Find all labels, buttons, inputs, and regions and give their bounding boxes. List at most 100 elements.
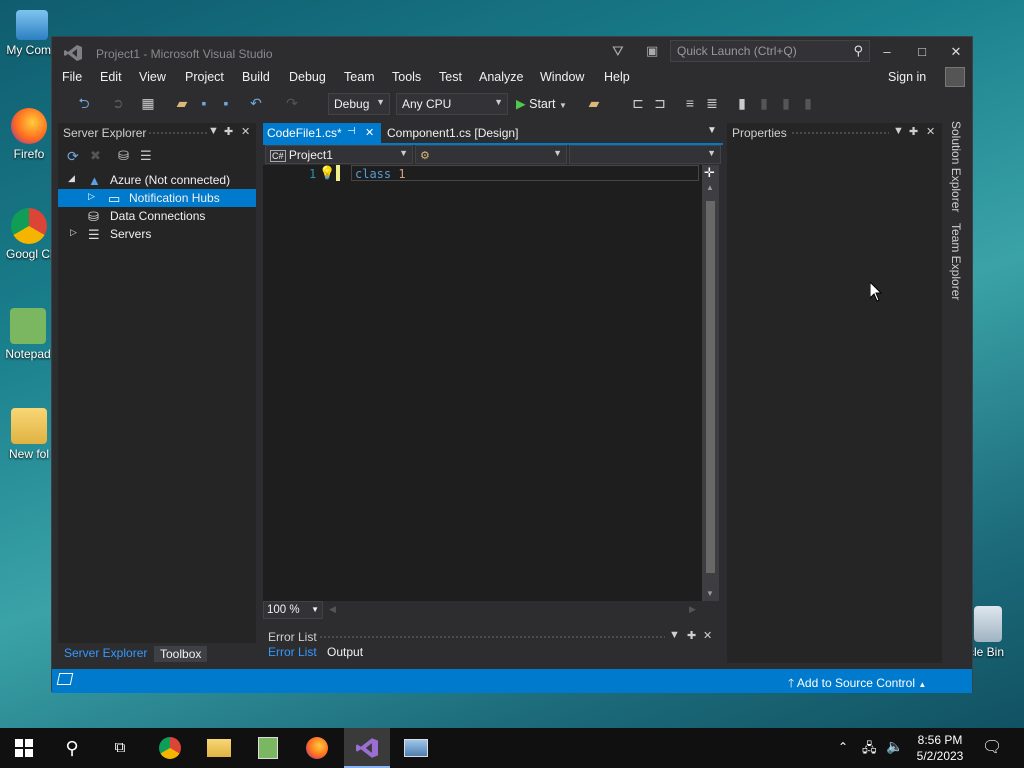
panel-grip[interactable] <box>319 635 665 639</box>
zoom-select[interactable]: 100 % ▼ <box>263 601 323 619</box>
editor-vertical-scrollbar[interactable]: ✛ ▲ ▼ <box>702 165 719 601</box>
pin-icon[interactable]: ✚ <box>909 125 918 138</box>
bookmark-icon[interactable]: ▮ <box>734 95 750 111</box>
file-explorer-taskbar-icon[interactable] <box>205 734 233 762</box>
tab-overflow-icon[interactable]: ▼ <box>707 125 717 136</box>
collapsed-arrow-icon[interactable]: ▷ <box>70 227 77 238</box>
indent-icon[interactable]: ≣ <box>704 95 720 111</box>
pin-icon[interactable]: ✚ <box>224 125 233 138</box>
open-file-icon[interactable]: ▰ <box>174 95 190 111</box>
dropdown-icon[interactable]: ▼ <box>893 125 904 137</box>
close-icon[interactable]: ✕ <box>703 629 712 642</box>
desktop-icon-recycle-bin[interactable]: cle Bin <box>968 606 1024 659</box>
scroll-up-icon[interactable]: ▲ <box>706 183 714 192</box>
desktop-icon-chrome[interactable]: Googl Chron <box>6 208 52 261</box>
panel-grip[interactable] <box>148 131 208 135</box>
menu-edit[interactable]: Edit <box>100 70 122 84</box>
tree-node-data-connections[interactable]: ⛁ Data Connections <box>58 207 256 225</box>
clock[interactable]: 8:56 PM 5/2/2023 <box>914 732 966 764</box>
project-navigation-select[interactable]: C# Project1 ▼ <box>265 145 413 164</box>
menu-project[interactable]: Project <box>185 70 224 84</box>
scroll-down-icon[interactable]: ▼ <box>706 589 714 598</box>
code-editor[interactable]: 1 💡 class 1 <box>263 165 719 601</box>
tab-team-explorer[interactable]: Team Explorer <box>949 223 963 300</box>
collapsed-arrow-icon[interactable]: ▷ <box>88 191 95 202</box>
panel-grip[interactable] <box>791 131 889 135</box>
tree-node-azure[interactable]: ◢ ▲ Azure (Not connected) <box>58 171 256 189</box>
stop-icon[interactable]: ✖ <box>90 148 101 164</box>
tab-codefile1[interactable]: CodeFile1.cs* ⊣ ✕ <box>263 123 381 145</box>
next-bookmark-icon[interactable]: ▮ <box>778 95 794 111</box>
notifications-icon[interactable]: 🗨 <box>982 737 1002 757</box>
split-editor-icon[interactable]: ✛ <box>704 165 715 181</box>
scrollbar-thumb[interactable] <box>706 201 715 573</box>
maximize-button[interactable]: □ <box>907 42 937 62</box>
type-navigation-select[interactable]: ⚙ ▼ <box>415 145 567 164</box>
close-icon[interactable]: ✕ <box>241 125 250 138</box>
save-icon[interactable]: ▪ <box>196 95 212 111</box>
filter-icon[interactable]: ⛛ <box>612 43 624 60</box>
undo-icon[interactable]: ↶ <box>248 95 264 111</box>
menu-help[interactable]: Help <box>604 70 630 84</box>
menu-analyze[interactable]: Analyze <box>479 70 523 84</box>
search-icon[interactable]: ⚲ <box>853 43 863 59</box>
connect-server-icon[interactable]: ☰ <box>140 148 152 164</box>
tab-toolbox[interactable]: Toolbox <box>154 646 208 662</box>
volume-icon[interactable]: 🔈 <box>886 738 903 755</box>
desktop-icon-notepad[interactable]: Notepad <box>4 308 52 361</box>
menu-team[interactable]: Team <box>344 70 375 84</box>
search-icon[interactable]: ⚲ <box>58 734 86 762</box>
tree-node-notification-hubs[interactable]: ▷ ▭ Notification Hubs <box>58 189 256 207</box>
sign-in-link[interactable]: Sign in <box>888 70 926 84</box>
menu-test[interactable]: Test <box>439 70 462 84</box>
tab-output[interactable]: Output <box>327 645 363 659</box>
refresh-icon[interactable]: ⟳ <box>67 148 79 165</box>
tree-node-servers[interactable]: ▷ ☰ Servers <box>58 225 256 243</box>
menu-debug[interactable]: Debug <box>289 70 326 84</box>
task-view-icon[interactable]: ⧉ <box>106 734 134 762</box>
minimize-button[interactable]: – <box>872 42 902 62</box>
prev-bookmark-icon[interactable]: ▮ <box>756 95 772 111</box>
add-to-source-control-button[interactable]: 🡑 Add to Source Control ▲ <box>788 674 926 695</box>
solution-platform-select[interactable]: Any CPU ▼ <box>396 93 508 115</box>
tab-solution-explorer[interactable]: Solution Explorer <box>949 121 963 212</box>
lightbulb-icon[interactable]: 💡 <box>319 165 335 181</box>
remote-desktop-taskbar-icon[interactable] <box>402 734 430 762</box>
connect-database-icon[interactable]: ⛁ <box>118 148 129 164</box>
windows-start-icon[interactable] <box>10 734 38 762</box>
scroll-right-icon[interactable]: ▶ <box>689 604 696 615</box>
close-tab-icon[interactable]: ✕ <box>365 126 374 139</box>
output-window-icon[interactable] <box>56 673 74 685</box>
desktop-icon-firefox[interactable]: Firefo <box>6 108 52 161</box>
redo-icon[interactable]: ↷ <box>284 95 300 111</box>
menu-view[interactable]: View <box>139 70 166 84</box>
dropdown-icon[interactable]: ▼ <box>208 125 219 137</box>
navigate-back-icon[interactable]: ⮌ <box>76 95 92 111</box>
desktop-icon-new-folder[interactable]: New fol <box>6 408 52 461</box>
show-hidden-icons-icon[interactable]: ⌃ <box>838 740 848 754</box>
firefox-taskbar-icon[interactable] <box>303 734 331 762</box>
close-button[interactable]: ✕ <box>941 42 971 62</box>
save-all-icon[interactable]: ▪ <box>218 95 234 111</box>
pin-icon[interactable]: ⊣ <box>347 126 356 137</box>
menu-file[interactable]: File <box>62 70 82 84</box>
menu-tools[interactable]: Tools <box>392 70 421 84</box>
network-icon[interactable]: 🖧 <box>862 739 877 761</box>
feedback-icon[interactable]: ▣ <box>646 43 658 59</box>
solution-view-icon[interactable]: ⊐ <box>652 95 668 111</box>
notepad-taskbar-icon[interactable] <box>254 734 282 762</box>
new-project-icon[interactable]: ▦ <box>140 95 156 111</box>
solution-configuration-select[interactable]: Debug ▼ <box>328 93 390 115</box>
tab-server-explorer[interactable]: Server Explorer <box>64 646 147 660</box>
outdent-icon[interactable]: ≡ <box>682 95 698 111</box>
member-navigation-select[interactable]: ▼ <box>569 145 721 164</box>
menu-build[interactable]: Build <box>242 70 270 84</box>
menu-window[interactable]: Window <box>540 70 584 84</box>
start-button[interactable]: ▶ Start ▼ <box>516 96 567 111</box>
scroll-left-icon[interactable]: ◀ <box>329 604 336 615</box>
step-into-icon[interactable]: ⊏ <box>630 95 646 111</box>
close-icon[interactable]: ✕ <box>926 125 935 138</box>
clear-bookmarks-icon[interactable]: ▮ <box>800 95 816 111</box>
visual-studio-taskbar-icon[interactable] <box>344 728 390 768</box>
tab-component1-design[interactable]: Component1.cs [Design] <box>383 123 543 145</box>
